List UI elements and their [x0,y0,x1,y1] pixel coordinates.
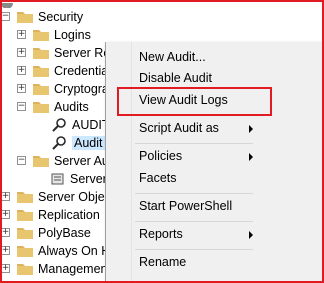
tree-node-management[interactable]: + Managemen [1,258,108,279]
menu-item-facets[interactable]: Facets [139,168,177,188]
menu-item-disable-audit[interactable]: Disable Audit [139,68,212,88]
expand-toggle[interactable]: + [1,210,10,219]
submenu-arrow-icon [249,153,253,161]
menu-icon-gutter [106,42,131,283]
menu-item-rename[interactable]: Rename [139,252,186,272]
expand-toggle[interactable]: + [17,48,26,57]
menu-gutter-divider [131,42,132,283]
expand-toggle[interactable]: + [17,66,26,75]
tree-label-server-spec: Server [70,171,107,186]
folder-icon [33,154,49,167]
folder-icon [17,262,33,275]
folder-icon [17,190,33,203]
folder-icon [33,82,49,95]
folder-icon [33,46,49,59]
tree-label-credentials: Credentia [54,63,109,78]
menu-item-reports[interactable]: Reports [139,224,183,244]
collapse-toggle[interactable]: − [1,12,10,21]
audit-magnifier-icon [52,117,68,133]
tree-label-replication: Replication [38,207,100,222]
folder-icon [33,100,49,113]
tree-label-server-roles: Server Ro [54,45,111,60]
expand-toggle[interactable]: + [1,246,10,255]
tree-label-security: Security [38,9,84,24]
tree-label-audits: Audits [54,99,89,114]
menu-separator [135,249,253,250]
folder-icon [17,208,33,221]
menu-item-start-powershell[interactable]: Start PowerShell [139,196,232,216]
collapse-toggle[interactable]: − [17,156,26,165]
folder-icon [17,244,33,257]
context-menu: New Audit... Disable Audit View Audit Lo… [105,42,324,283]
expand-toggle[interactable]: + [1,228,10,237]
annotation-highlight-box [117,87,272,116]
audit-magnifier-icon [52,135,68,151]
folder-icon [33,64,49,77]
expand-toggle[interactable]: + [1,264,10,273]
menu-item-script-audit-as[interactable]: Script Audit as [139,118,219,138]
tree-label-logins: Logins [54,27,91,42]
menu-separator [135,221,253,222]
submenu-arrow-icon [249,125,253,133]
tree-label-audit-1: AUDIT [72,117,110,132]
folder-icon [33,28,49,41]
expand-toggle[interactable]: + [1,192,10,201]
folder-icon [17,10,33,23]
tree-label-always-on: Always On H [38,243,111,258]
tree-label-polybase: PolyBase [38,225,91,240]
menu-item-policies[interactable]: Policies [139,146,182,166]
folder-icon [17,226,33,239]
expand-toggle[interactable]: + [17,84,26,93]
tree-label-server-objects: Server Object [38,189,115,204]
tree-label-cryptographic: Cryptogra [54,81,109,96]
tree-label-audit-2: Audit [72,135,105,150]
menu-separator [135,143,253,144]
menu-separator [135,193,253,194]
server-spec-icon [50,171,66,187]
collapse-toggle[interactable]: − [17,102,26,111]
tree-label-management: Managemen [38,261,108,276]
expand-toggle[interactable]: + [17,30,26,39]
tree-label-server-audit-specs: Server Au [54,153,109,168]
submenu-arrow-icon [249,231,253,239]
menu-item-new-audit[interactable]: New Audit... [139,47,206,67]
